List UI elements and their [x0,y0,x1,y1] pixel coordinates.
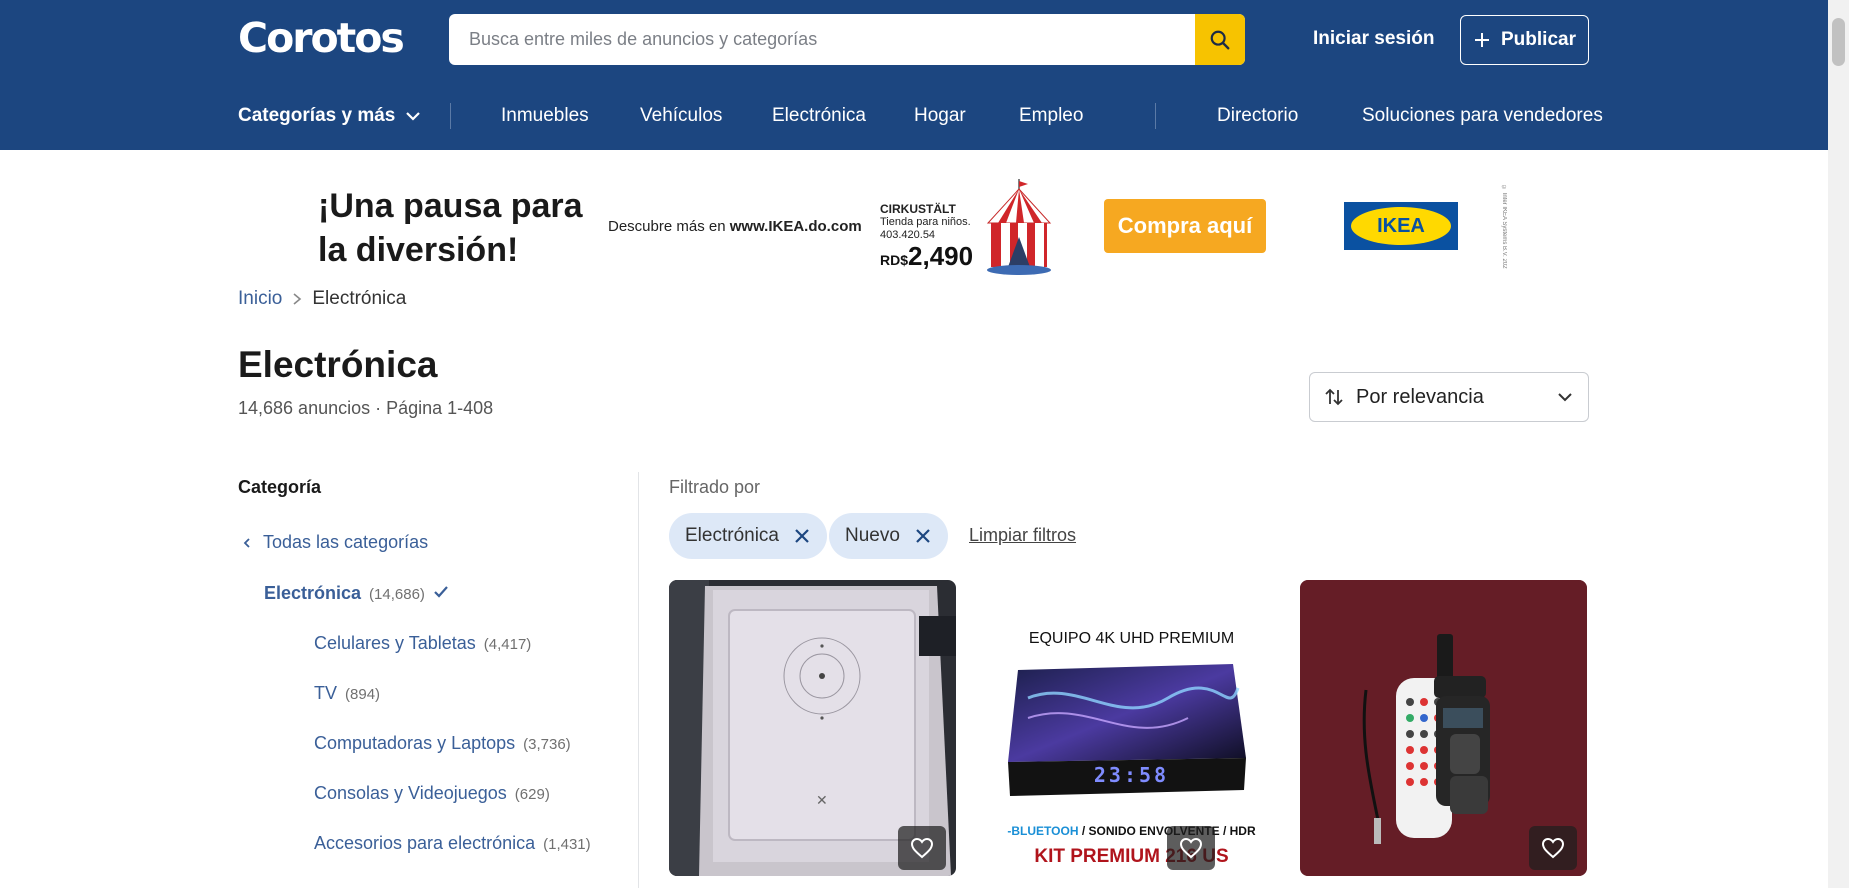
ikea-logo: IKEA [1344,202,1458,250]
banner-subtext: Descubre más en www.IKEA.do.com [608,218,862,235]
categories-menu-label: Categorías y más [238,105,396,126]
close-icon[interactable] [793,527,811,545]
nav-link-inmuebles[interactable]: Inmuebles [501,105,589,127]
publish-button[interactable]: Publicar [1460,15,1589,65]
nav-link-empleo[interactable]: Empleo [1019,105,1083,127]
nav-link-hogar[interactable]: Hogar [914,105,966,127]
nav-link-vehiculos[interactable]: Vehículos [640,105,722,127]
clear-filters-link[interactable]: Limpiar filtros [969,525,1076,546]
sidebar-item-label: Computadoras y Laptops [314,733,516,753]
listing-card[interactable] [1300,580,1587,876]
search-input[interactable] [449,14,1195,65]
sidebar-title: Categoría [238,477,322,497]
sort-icon [1325,388,1343,406]
sidebar-item-label: Celulares y Tabletas [314,633,476,653]
sidebar-item-accesorios[interactable]: Accesorios para electrónica (1,431) [314,833,591,854]
heart-icon [910,837,934,859]
page: Corotos Iniciar sesión Publicar Categorí… [0,0,1849,888]
sidebar-item-count: (14,686) [369,586,425,603]
close-icon[interactable] [914,527,932,545]
filter-chip-nuevo[interactable]: Nuevo [829,513,948,559]
categories-menu-button[interactable]: Categorías y más [238,105,421,127]
sidebar-item-label: Electrónica [264,583,362,603]
filter-chip-label: Nuevo [845,525,900,546]
banner-price: RD$2,490 [880,241,974,271]
heart-icon [1179,837,1203,859]
nav-divider [450,103,451,129]
chevron-down-icon [406,112,421,121]
listing-card[interactable]: ✕ [669,580,956,876]
nav-link-soluciones[interactable]: Soluciones para vendedores [1362,105,1603,127]
page-title: Electrónica [238,344,438,385]
sidebar-item-label: TV [314,683,338,703]
sidebar-item-electronica[interactable]: Electrónica (14,686) [264,583,449,604]
banner-headline: ¡Una pausa para la diversión! [318,187,583,269]
page-scrollbar[interactable] [1828,0,1849,888]
sidebar-item-count: (894) [345,686,381,703]
sidebar-item-consolas[interactable]: Consolas y Videojuegos (629) [314,783,550,804]
nav-link-directorio[interactable]: Directorio [1217,105,1298,127]
tent-image [986,179,1052,275]
filter-chip-label: Electrónica [685,525,779,546]
favorite-button[interactable] [1529,826,1577,870]
filter-chip-electronica[interactable]: Electrónica [669,513,827,559]
banner-product-info: CIRKUSTÄLT Tienda para niños. 403.420.54 [880,202,971,242]
heart-icon [1541,837,1565,859]
listing-card[interactable]: EQUIPO 4K UHD PREMIUM 23:58 -BLUETOOH / … [988,580,1275,876]
checkmark-icon [434,586,448,598]
favorite-button[interactable] [898,826,946,870]
filters-label: Filtrado por [669,477,761,497]
sidebar-item-tv[interactable]: TV (894) [314,683,380,704]
banner-buy-button[interactable]: Compra aquí [1104,199,1266,253]
nav-link-electronica[interactable]: Electrónica [772,105,866,127]
results-count: 14,686 anuncios · Página 1-408 [238,398,494,418]
sidebar-item-computadoras[interactable]: Computadoras y Laptops (3,736) [314,733,571,754]
sidebar-all-categories[interactable]: Todas las categorías [241,532,428,553]
plus-icon [1475,33,1489,47]
svg-text:✕: ✕ [816,793,828,809]
sidebar-item-count: (629) [514,786,550,803]
nav-divider [1155,103,1156,129]
breadcrumb: Inicio Electrónica [238,288,406,310]
search-icon [1210,30,1230,49]
chevron-left-icon [243,537,250,548]
ikea-ad-banner[interactable]: ¡Una pausa para la diversión! Descubre m… [298,171,1523,279]
sort-label: Por relevancia [1356,385,1484,408]
publish-label: Publicar [1501,29,1576,50]
scrollbar-thumb[interactable] [1832,18,1845,66]
sidebar-item-count: (1,431) [543,836,591,853]
card-promo-heading: EQUIPO 4K UHD PREMIUM [1028,630,1235,647]
sort-dropdown[interactable]: Por relevancia [1309,372,1589,422]
tv-box-clock: 23:58 [1093,763,1170,787]
breadcrumb-current: Electrónica [312,288,407,309]
search-button[interactable] [1195,14,1245,65]
sidebar-item-label: Accesorios para electrónica [314,833,536,853]
sidebar-all-label: Todas las categorías [263,532,429,552]
site-header: Corotos Iniciar sesión Publicar Categorí… [0,0,1828,150]
sidebar-item-count: (3,736) [523,736,571,753]
sidebar-item-celulares[interactable]: Celulares y Tabletas (4,417) [314,633,531,654]
breadcrumb-home[interactable]: Inicio [238,288,282,310]
sidebar-item-count: (4,417) [483,636,532,653]
corotos-logo[interactable]: Corotos [238,14,405,62]
card-promo-price: KIT PREMIUM 216 US [1034,846,1229,867]
main-nav: Categorías y más Inmuebles Vehículos Ele… [0,95,1828,135]
card-promo-features: -BLUETOOH / SONIDO ENVOLVENTE / HDR [1007,824,1256,838]
chevron-down-icon [1558,393,1572,402]
login-link[interactable]: Iniciar sesión [1313,28,1434,50]
sidebar-item-label: Consolas y Videojuegos [314,783,507,803]
banner-legal-text: © Inter IKEA Systems B.V. 2023 [1501,185,1507,269]
column-divider [638,472,639,888]
chevron-right-icon [293,293,302,305]
favorite-button[interactable] [1167,826,1215,870]
search-bar [449,14,1245,65]
